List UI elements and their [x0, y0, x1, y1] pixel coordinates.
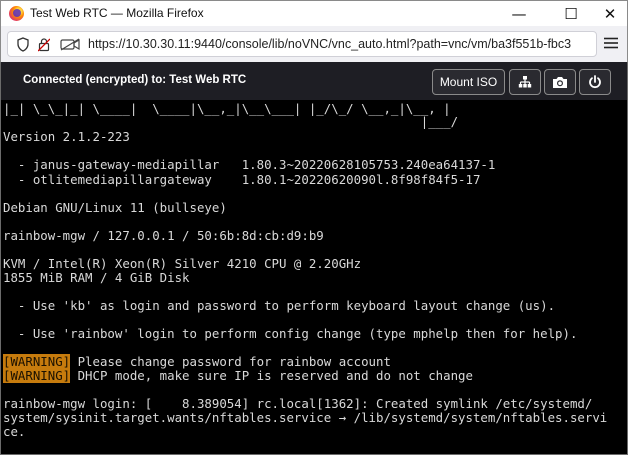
firefox-logo-icon — [9, 6, 24, 21]
network-icon — [518, 76, 532, 88]
vnc-control-bar: Connected (encrypted) to: Test Web RTC M… — [0, 62, 628, 100]
warning-text: Please change password for rainbow accou… — [70, 354, 391, 369]
hint-line: - Use 'rainbow' login to perform config … — [3, 326, 578, 341]
window-titlebar: Test Web RTC — Mozilla Firefox — ☐ ✕ — [0, 0, 628, 26]
login-line: ce. — [3, 424, 26, 439]
camera-icon — [553, 77, 567, 88]
window-title: Test Web RTC — Mozilla Firefox — [30, 6, 204, 20]
warning-line: [WARNING] DHCP mode, make sure IP is res… — [3, 368, 473, 383]
warning-line: [WARNING] Please change password for rai… — [3, 354, 391, 369]
network-button[interactable] — [509, 69, 541, 95]
warning-text: DHCP mode, make sure IP is reserved and … — [70, 368, 473, 383]
power-button[interactable] — [579, 69, 611, 95]
close-window-button[interactable]: ✕ — [591, 1, 628, 27]
vnc-console-screen[interactable]: |_| \_\_|_| \____| \____|\__,_|\__\___| … — [0, 100, 628, 455]
version-line: Version 2.1.2-223 — [3, 129, 130, 144]
url-bar[interactable]: https://10.30.30.11:9440/console/lib/noV… — [7, 31, 597, 57]
warning-tag: [WARNING] — [3, 354, 71, 369]
permissions-icon[interactable] — [60, 38, 80, 51]
screenshot-button[interactable] — [544, 69, 576, 95]
connection-status: Connected (encrypted) to: Test Web RTC — [23, 74, 247, 86]
package-line: - otlitemediapillargateway 1.80.1~202206… — [3, 172, 481, 187]
login-line: rainbow-mgw login: [ 8.389054] rc.local[… — [3, 396, 593, 411]
maximize-button[interactable]: ☐ — [549, 1, 593, 27]
url-text[interactable]: https://10.30.30.11:9440/console/lib/noV… — [88, 37, 593, 51]
memory-line: 1855 MiB RAM / 4 GiB Disk — [3, 270, 190, 285]
package-line: - janus-gateway-mediapillar 1.80.3~20220… — [3, 157, 496, 172]
login-line: system/sysinit.target.wants/nftables.ser… — [3, 410, 608, 425]
navigation-bar: https://10.30.30.11:9440/console/lib/noV… — [0, 26, 628, 62]
hamburger-menu-icon[interactable] — [604, 37, 618, 49]
banner-line: |___/ — [3, 114, 459, 129]
hint-line: - Use 'kb' as login and password to perf… — [3, 298, 556, 313]
power-icon — [589, 75, 601, 89]
host-line: rainbow-mgw / 127.0.0.1 / 50:6b:8d:cb:d9… — [3, 228, 324, 243]
minimize-button[interactable]: — — [497, 1, 541, 27]
mount-iso-button[interactable]: Mount ISO — [432, 69, 505, 95]
lock-warning-icon[interactable] — [38, 37, 50, 52]
os-line: Debian GNU/Linux 11 (bullseye) — [3, 200, 227, 215]
shield-icon[interactable] — [17, 37, 29, 52]
warning-tag: [WARNING] — [3, 368, 71, 383]
cpu-line: KVM / Intel(R) Xeon(R) Silver 4210 CPU @… — [3, 256, 362, 271]
